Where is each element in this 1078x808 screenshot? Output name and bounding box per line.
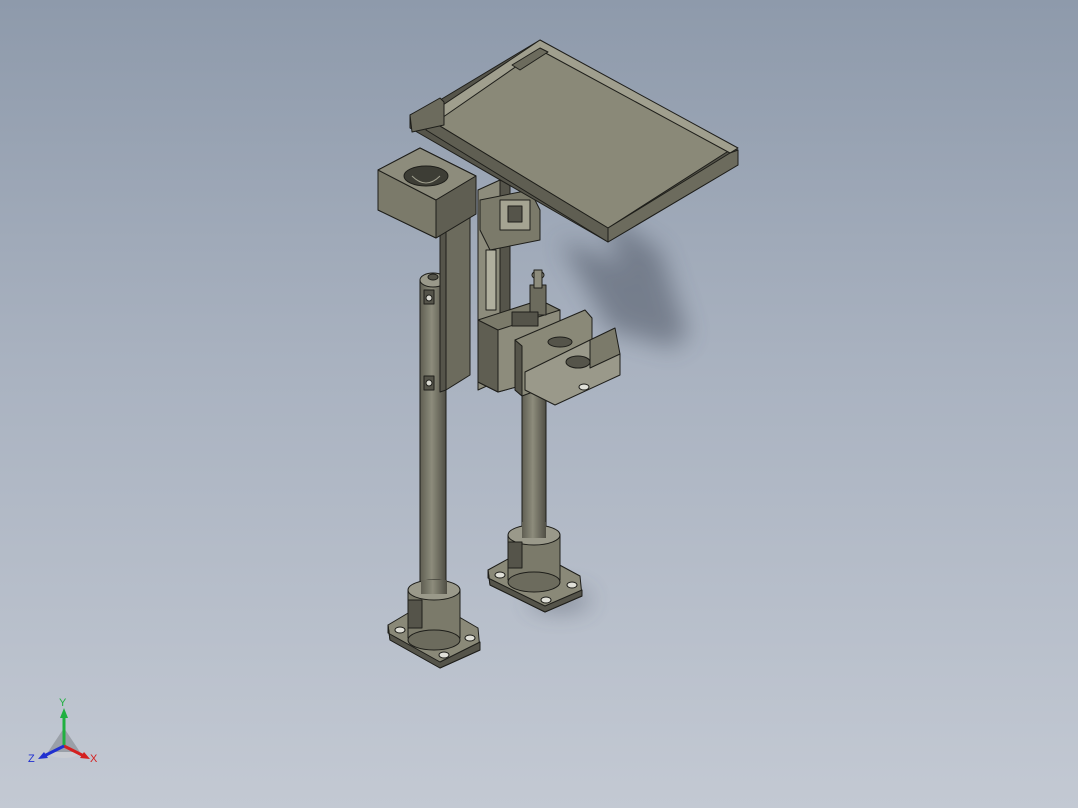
y-axis-label: Y: [59, 697, 67, 709]
y-axis-arrow: [60, 708, 68, 718]
x-axis-label: X: [90, 753, 98, 765]
right-base-foot[interactable]: [487, 522, 583, 613]
cad-graphics-viewport[interactable]: Y X Z: [0, 0, 1078, 808]
orientation-triad: Y X Z: [28, 697, 98, 765]
left-mounting-plate[interactable]: [439, 214, 471, 393]
z-axis-label: Z: [28, 753, 35, 765]
right-column[interactable]: [521, 374, 547, 541]
assembly-model[interactable]: [0, 0, 1078, 808]
left-base-foot[interactable]: [387, 579, 481, 669]
